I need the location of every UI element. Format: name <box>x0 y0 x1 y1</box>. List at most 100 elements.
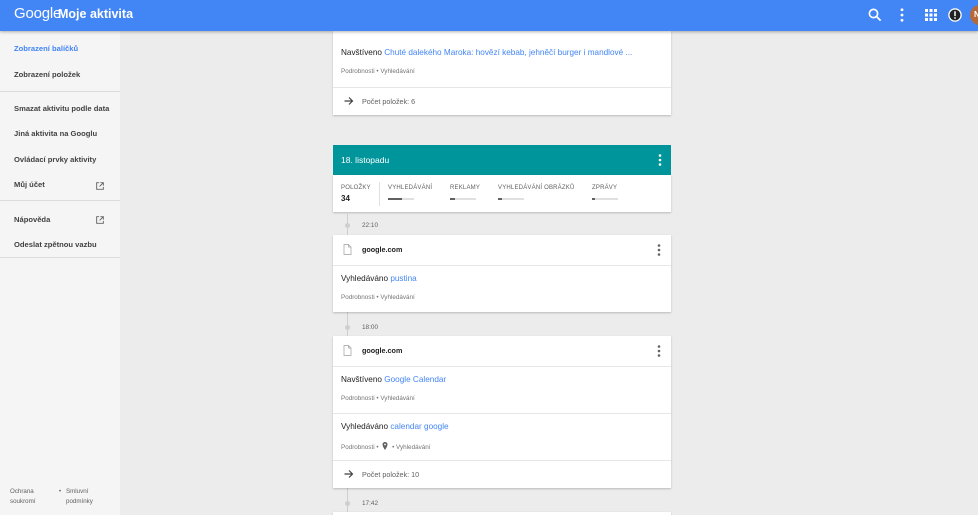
sidebar-item-other-activity[interactable]: Jiná aktivita na Googlu <box>14 129 97 138</box>
privacy-link-line2: soukromí <box>10 498 36 505</box>
stat-value-items: 34 <box>341 194 350 203</box>
document-icon <box>343 244 352 255</box>
location-pin-icon[interactable] <box>382 442 388 450</box>
stat-label-ads[interactable]: REKLAMY <box>450 185 480 191</box>
timeline-dot <box>345 325 350 330</box>
activity-link[interactable]: Google Calendar <box>384 375 446 384</box>
activity-product[interactable]: Vyhledávání <box>396 444 430 451</box>
meta-bullet: • <box>376 68 379 75</box>
avatar-initial: N <box>974 10 978 19</box>
sidebar-item-help[interactable]: Nápověda <box>14 215 50 224</box>
activity-meta: Podrobnosti • Vyhledávání <box>341 68 415 75</box>
more-vert-icon[interactable] <box>893 6 911 24</box>
details-link[interactable]: Podrobnosti <box>341 294 375 301</box>
timeline-dot <box>345 501 350 506</box>
timeline-time: 17:42 <box>362 500 378 507</box>
search-icon[interactable] <box>866 6 884 24</box>
sidebar-divider <box>0 257 120 258</box>
stat-label-news[interactable]: ZPRÁVY <box>592 185 617 191</box>
stat-fill <box>450 198 456 200</box>
activity-link[interactable]: calendar google <box>390 422 448 431</box>
terms-link[interactable]: Smluvní podmínky <box>66 487 93 507</box>
footer-bullet: • <box>59 488 62 495</box>
meta-bullet: • <box>392 444 395 451</box>
stat-bar-ads <box>450 198 476 200</box>
stat-bar-news <box>592 198 618 200</box>
activity-action: Navštíveno <box>341 375 382 384</box>
stat-label-search[interactable]: VYHLEDÁVÁNÍ <box>388 185 432 191</box>
card-divider <box>333 366 671 367</box>
more-vert-icon[interactable] <box>655 153 665 167</box>
stat-fill <box>498 198 502 200</box>
activity-link[interactable]: pustina <box>390 274 416 283</box>
activity-card: Navštíveno Chuté dalekého Maroka: hovězí… <box>333 31 671 115</box>
activity-action: Vyhledáváno <box>341 422 389 431</box>
card-divider <box>333 265 671 266</box>
more-vert-icon[interactable] <box>654 243 664 257</box>
open-in-new-icon <box>96 216 104 224</box>
activity-meta: Podrobnosti • Vyhledávání <box>341 395 415 402</box>
activity-product[interactable]: Vyhledávání <box>380 395 414 402</box>
activity-action: Vyhledáváno <box>341 274 389 283</box>
privacy-link[interactable]: Ochrana soukromí <box>10 487 35 507</box>
activity-meta: Podrobnosti • • Vyhledávání <box>341 442 430 451</box>
activity-meta: Podrobnosti • Vyhledávání <box>341 294 415 301</box>
activity-link[interactable]: Chuté dalekého Maroka: hovězí kebab, jeh… <box>384 48 632 57</box>
day-summary-card <box>333 175 671 212</box>
activity-card: google.com Vyhledáváno pustina Podrobnos… <box>333 235 671 312</box>
activity-source[interactable]: google.com <box>362 346 402 355</box>
sidebar-item-my-account[interactable]: Můj účet <box>14 180 45 189</box>
avatar[interactable]: N <box>970 5 978 25</box>
timeline-time: 18:00 <box>362 324 378 331</box>
sidebar-item-send-feedback[interactable]: Odeslat zpětnou vazbu <box>14 240 97 249</box>
arrow-forward-icon[interactable] <box>343 468 355 480</box>
stat-fill <box>592 198 595 200</box>
activity-product[interactable]: Vyhledávání <box>380 294 414 301</box>
sidebar-item-bundle-view[interactable]: Zobrazení balíčků <box>14 44 78 53</box>
meta-bullet: • <box>376 444 379 451</box>
stat-label-image-search[interactable]: VYHLEDÁVÁNÍ OBRÁZKŮ <box>498 185 575 191</box>
sidebar-item-item-view[interactable]: Zobrazení položek <box>14 70 80 79</box>
terms-link-line2: podmínky <box>66 498 93 505</box>
document-icon <box>343 345 352 356</box>
activity-card: google.com Navštíveno Google Calendar Po… <box>333 336 671 488</box>
sidebar-item-activity-controls[interactable]: Ovládací prvky aktivity <box>14 155 96 164</box>
day-title: 18. listopadu <box>341 155 390 165</box>
timeline-line <box>347 312 348 336</box>
open-in-new-icon <box>96 182 104 190</box>
app-bar: Google Moje aktivita N <box>0 0 978 31</box>
sidebar-item-delete-by-date[interactable]: Smazat aktivitu podle data <box>14 104 109 113</box>
google-logo[interactable]: Google <box>14 5 61 22</box>
activity-title: Vyhledáváno pustina <box>341 274 417 283</box>
activity-title: Navštíveno Chuté dalekého Maroka: hovězí… <box>341 48 665 57</box>
page-title[interactable]: Moje aktivita <box>58 7 133 21</box>
stat-bar-image-search <box>498 198 524 200</box>
activity-source[interactable]: google.com <box>362 245 402 254</box>
day-header: 18. listopadu <box>333 145 671 175</box>
apps-grid-icon[interactable] <box>922 6 940 24</box>
meta-bullet: • <box>376 395 379 402</box>
arrow-forward-icon[interactable] <box>343 95 355 107</box>
details-link[interactable]: Podrobnosti <box>341 444 375 451</box>
details-link[interactable]: Podrobnosti <box>341 395 375 402</box>
activity-title: Vyhledáváno calendar google <box>341 422 449 431</box>
activity-title: Navštíveno Google Calendar <box>341 375 446 384</box>
item-count-link[interactable]: Počet položek: 6 <box>362 97 415 106</box>
card-divider <box>333 87 671 88</box>
terms-link-line1: Smluvní <box>66 488 89 495</box>
item-count-link[interactable]: Počet položek: 10 <box>362 470 419 479</box>
sidebar-divider <box>0 200 120 201</box>
card-divider <box>333 413 671 414</box>
privacy-link-line1: Ochrana <box>10 488 34 495</box>
timeline-time: 22:10 <box>362 222 378 229</box>
more-vert-icon[interactable] <box>654 344 664 358</box>
meta-bullet: • <box>376 294 379 301</box>
stat-fill <box>388 198 403 200</box>
activity-product[interactable]: Vyhledávání <box>380 68 414 75</box>
notifications-icon[interactable] <box>946 6 964 24</box>
stat-label-items: POLOŽKY <box>341 185 371 191</box>
details-link[interactable]: Podrobnosti <box>341 68 375 75</box>
stat-bar-search <box>388 198 414 200</box>
sidebar-divider <box>0 91 120 92</box>
activity-action: Navštíveno <box>341 48 382 57</box>
